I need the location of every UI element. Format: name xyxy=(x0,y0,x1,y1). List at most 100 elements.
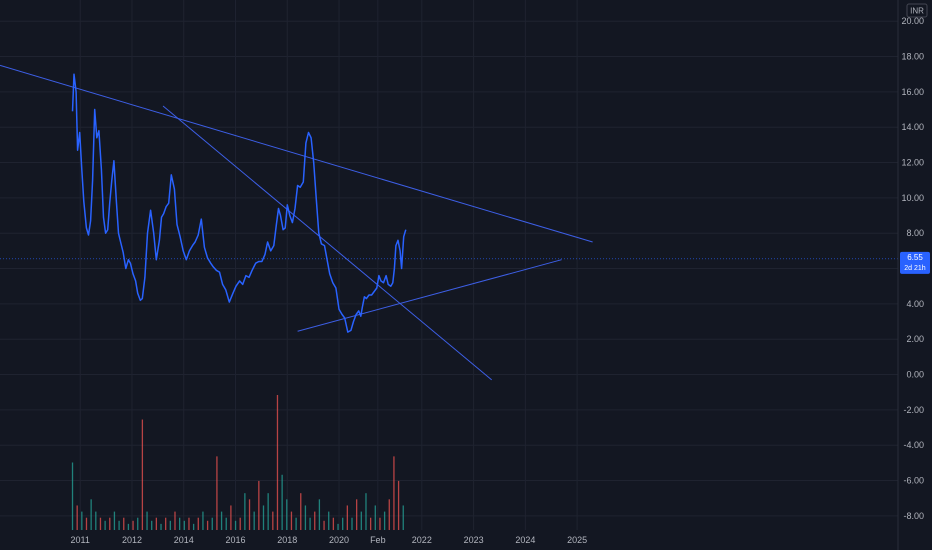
volume-bar xyxy=(132,520,134,530)
price-badge-countdown: 2d 21h xyxy=(904,265,926,272)
y-tick-label: 10.00 xyxy=(901,193,924,203)
volume-bar xyxy=(90,499,92,530)
x-tick-label: 2016 xyxy=(225,535,245,545)
volume-bar xyxy=(211,517,213,530)
volume-bar xyxy=(314,511,316,530)
volume-bar xyxy=(337,523,339,530)
volume-bar xyxy=(318,499,321,530)
volume-bar xyxy=(351,517,353,530)
volume-bar xyxy=(342,517,344,530)
volume-bar xyxy=(276,395,279,530)
y-tick-label: 0.00 xyxy=(906,370,924,380)
volume-bar xyxy=(174,511,176,530)
volume-bar xyxy=(374,505,376,530)
volume-bar xyxy=(360,511,362,530)
price-badge: 6.55 2d 21h xyxy=(900,251,930,274)
volume-bar xyxy=(192,523,195,530)
y-tick-label: 14.00 xyxy=(901,122,924,132)
volume-bar xyxy=(81,511,83,530)
volume-bar xyxy=(225,517,227,530)
volume-bar xyxy=(300,493,302,530)
currency-label: INR xyxy=(910,7,924,16)
volume-bar xyxy=(365,493,367,530)
x-tick-label: Feb xyxy=(370,535,386,545)
volume-bar xyxy=(234,520,237,530)
volume-bar xyxy=(188,517,190,530)
volume-bar xyxy=(332,517,335,530)
volume-bar xyxy=(383,511,386,530)
volume-bar xyxy=(118,520,120,530)
volume-bar xyxy=(141,419,144,530)
x-tick-label: 2024 xyxy=(515,535,535,545)
volume-bar xyxy=(309,517,311,530)
volume-bar xyxy=(183,520,185,530)
volume-bar xyxy=(137,517,139,530)
volume-bar xyxy=(328,511,330,530)
y-tick-label: 12.00 xyxy=(901,158,924,168)
y-tick-label: 2.00 xyxy=(906,334,924,344)
volume-bar xyxy=(169,520,171,530)
volume-bar xyxy=(267,493,269,530)
y-tick-label: 18.00 xyxy=(901,52,924,62)
volume-bar xyxy=(123,517,125,530)
volume-bar xyxy=(262,505,265,530)
x-tick-label: 2011 xyxy=(71,535,90,545)
price-chart[interactable]: 20.0018.0016.0014.0012.0010.008.006.004.… xyxy=(0,0,932,550)
volume-bar xyxy=(253,511,255,530)
volume-bar xyxy=(155,517,158,530)
volume-bar xyxy=(397,480,400,530)
volume-bar xyxy=(216,456,218,530)
volume-bar xyxy=(281,474,283,530)
volume-bar xyxy=(160,523,162,530)
x-tick-label: 2014 xyxy=(174,535,194,545)
chart-background xyxy=(0,0,932,550)
y-tick-label: -4.00 xyxy=(903,440,924,450)
volume-bar xyxy=(85,517,88,530)
volume-bar xyxy=(379,517,381,530)
volume-bar xyxy=(393,456,395,530)
y-tick-label: 8.00 xyxy=(906,228,924,238)
volume-bar xyxy=(165,517,167,530)
x-tick-label: 2018 xyxy=(277,535,297,545)
volume-bar xyxy=(146,511,148,530)
y-tick-label: 4.00 xyxy=(906,299,924,309)
volume-bar xyxy=(113,511,116,530)
volume-bar xyxy=(127,523,130,530)
volume-bar xyxy=(388,499,390,530)
x-tick-label: 2022 xyxy=(412,535,432,545)
x-tick-label: 2023 xyxy=(464,535,484,545)
volume-bar xyxy=(99,517,102,530)
volume-bar xyxy=(202,511,204,530)
volume-bar xyxy=(346,505,348,530)
volume-bar xyxy=(369,517,372,530)
volume-bar xyxy=(304,505,307,530)
y-tick-label: -8.00 xyxy=(903,511,924,521)
volume-bar xyxy=(272,511,274,530)
volume-bar xyxy=(290,511,293,530)
volume-bar xyxy=(151,520,153,530)
volume-bar xyxy=(71,462,74,530)
volume-bar xyxy=(230,505,232,530)
price-badge-value: 6.55 xyxy=(907,253,923,262)
volume-bar xyxy=(197,517,199,530)
volume-bar xyxy=(295,517,297,530)
volume-bar xyxy=(179,517,181,530)
x-tick-label: 2020 xyxy=(329,535,349,545)
y-tick-label: -2.00 xyxy=(903,405,924,415)
currency-tag[interactable]: INR xyxy=(906,3,928,18)
volume-bar xyxy=(104,520,106,530)
volume-bar xyxy=(206,520,209,530)
volume-bar xyxy=(95,511,97,530)
volume-bar xyxy=(402,505,404,530)
y-tick-label: 20.00 xyxy=(901,16,924,26)
volume-bar xyxy=(258,480,260,530)
volume-bar xyxy=(76,505,78,530)
x-tick-label: 2012 xyxy=(122,535,142,545)
volume-bar xyxy=(220,511,223,530)
volume-bar xyxy=(109,517,111,530)
volume-bar xyxy=(323,520,325,530)
y-tick-label: -6.00 xyxy=(903,476,924,486)
volume-bar xyxy=(239,517,241,530)
y-tick-label: 16.00 xyxy=(901,87,924,97)
x-tick-label: 2025 xyxy=(567,535,587,545)
